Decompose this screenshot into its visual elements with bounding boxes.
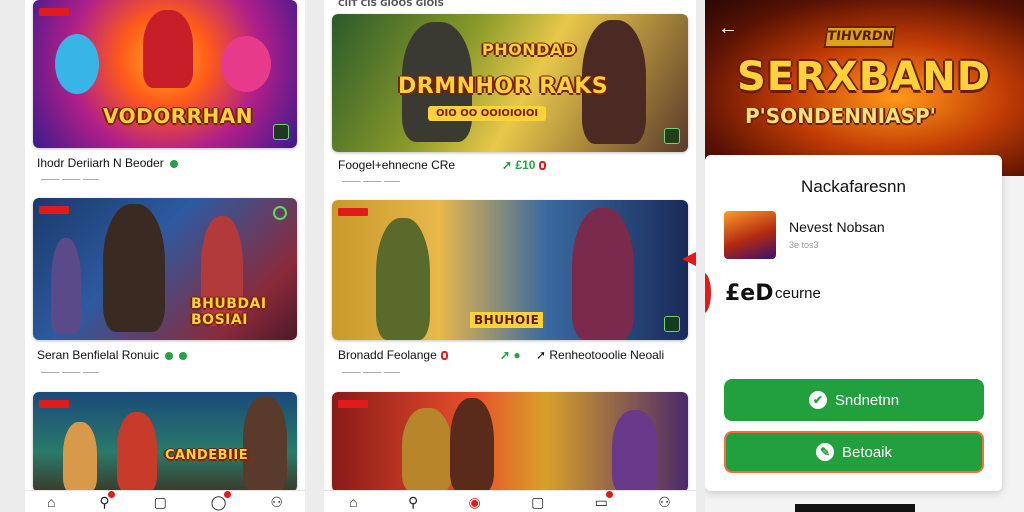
game-card[interactable]: PHONDAD DRMNHOR RAKS OIO OO OOIOIOIOI [332, 14, 688, 152]
verified-icon [169, 159, 178, 168]
chat-icon[interactable]: ◯ [211, 490, 232, 509]
status-bar: CIIT CIS GIOOS GIOIS [324, 0, 696, 12]
item-thumbnail [724, 211, 776, 259]
verified-icon [179, 351, 188, 360]
verified-icon [165, 351, 174, 360]
home-icon[interactable]: ⌂ [47, 495, 55, 509]
price-value: £eD [725, 281, 774, 306]
check-icon: ✔ [808, 391, 827, 409]
search-icon[interactable]: ⚲ [408, 495, 418, 509]
tag-badge [39, 400, 69, 408]
character-figure [572, 208, 634, 340]
hero-small-label: TIHVRDN [823, 26, 897, 48]
download-icon[interactable] [664, 316, 680, 332]
primary-button[interactable]: ✔ Sndnetnn [724, 379, 984, 421]
card-title: Seran Benfielal Ronuic [37, 348, 188, 362]
pointer-arrow [682, 252, 696, 266]
tag-badge [39, 206, 69, 214]
game-card[interactable]: VODORRHAN [33, 0, 297, 148]
hero-subtitle: P'SONDENNIASP' [745, 104, 936, 128]
record-icon[interactable]: ◉ [469, 495, 481, 509]
tag-badge [338, 400, 368, 408]
card-subtitle: ــــــ ـــــــ ـــــــ [41, 365, 99, 375]
square-icon[interactable]: ▢ [154, 495, 167, 509]
character-figure [612, 410, 658, 492]
game-banner-sub: OIO OO OOIOIOIOI [428, 106, 547, 121]
game-card[interactable] [332, 392, 688, 492]
store-screen-middle: CIIT CIS GIOOS GIOIS PHONDAD DRMNHOR RAK… [324, 0, 696, 512]
game-banner: DRMNHOR RAKS [398, 74, 609, 99]
search-icon[interactable]: ⚲ [99, 490, 115, 509]
character-figure [450, 398, 494, 492]
character-figure [143, 10, 193, 88]
game-banner: CANDEBIIE [165, 448, 249, 463]
game-card[interactable]: BHUBDAI BOSIAI [33, 198, 297, 340]
back-arrow-icon[interactable]: ← [718, 18, 738, 38]
card-subtitle: ــــــ ـــــــ ـــــــ [342, 365, 400, 375]
home-icon[interactable]: ⌂ [349, 495, 357, 509]
character-figure [63, 422, 97, 492]
character-figure [243, 396, 287, 492]
chat-icon[interactable]: ▭ [595, 490, 613, 509]
card-subtitle: ــــــ ـــــــ ـــــــ [41, 172, 99, 182]
character-figure [221, 36, 271, 92]
character-figure [402, 408, 452, 492]
square-icon[interactable]: ▢ [531, 495, 544, 509]
profile-icon[interactable]: ⚇ [270, 495, 283, 509]
partial-element [795, 504, 915, 512]
character-figure [376, 218, 430, 340]
game-banner: BHUBDAI BOSIAI [191, 296, 267, 328]
secondary-button[interactable]: ✎ Betoaik [724, 431, 984, 473]
character-figure [55, 34, 99, 94]
card-title: Ihodr Deriiarh N Beoder [37, 156, 178, 170]
game-card[interactable]: CANDEBIIE [33, 392, 297, 492]
bottom-nav: ⌂ ⚲ ▢ ◯ ⚇ [25, 490, 305, 512]
wrench-icon: ✎ [815, 443, 834, 461]
secondary-button-label: Betoaik [841, 443, 893, 461]
purchase-screen: ← TIHVRDN SERXBAND P'SONDENNIASP' Nackaf… [705, 0, 1024, 512]
item-name: Nevest Nobsan [789, 219, 885, 235]
game-banner: VODORRHAN [103, 104, 253, 128]
game-banner-top: PHONDAD [482, 40, 577, 59]
hero-title: SERXBAND [737, 54, 991, 100]
card-meta: ➚ ● [500, 348, 521, 362]
store-screen-left: VODORRHAN Ihodr Deriiarh N Beoder ــــــ… [25, 0, 305, 512]
primary-button-label: Sndnetnn [834, 391, 900, 409]
red-marker [705, 273, 711, 313]
card-subtitle: ــــــ ـــــــ ـــــــ [342, 174, 400, 184]
game-card[interactable]: BHUHOIE [332, 200, 688, 340]
hero-banner: ← TIHVRDN SERXBAND P'SONDENNIASP' [705, 0, 1024, 176]
card-title: Foogel+ehnecne CRe [338, 158, 456, 172]
purchase-sheet: Nackafaresnn Nevest Nobsan 3e tos3 £eD c… [705, 155, 1002, 491]
download-icon[interactable] [273, 124, 289, 140]
price-suffix: ceurne [775, 285, 821, 302]
price-badge: ➚ £10 [502, 158, 547, 172]
tag-badge [338, 208, 368, 216]
download-icon[interactable] [664, 128, 680, 144]
card-title: Bronadd Feolange [338, 348, 448, 362]
item-subtitle: 3e tos3 [789, 240, 819, 250]
character-figure [117, 412, 157, 492]
red-badge-icon [440, 351, 448, 361]
profile-icon[interactable]: ⚇ [658, 495, 671, 509]
character-figure [51, 238, 81, 334]
sheet-title: Nackafaresnn [801, 177, 906, 196]
red-badge-icon [539, 161, 547, 171]
game-banner: BHUHOIE [470, 312, 544, 328]
ring-icon [273, 206, 287, 220]
card-meta-text: ➚ Renheotooolie Neoali [536, 348, 665, 362]
tag-badge [39, 8, 69, 16]
character-figure [103, 204, 165, 332]
bottom-nav: ⌂ ⚲ ◉ ▢ ▭ ⚇ [324, 490, 696, 512]
